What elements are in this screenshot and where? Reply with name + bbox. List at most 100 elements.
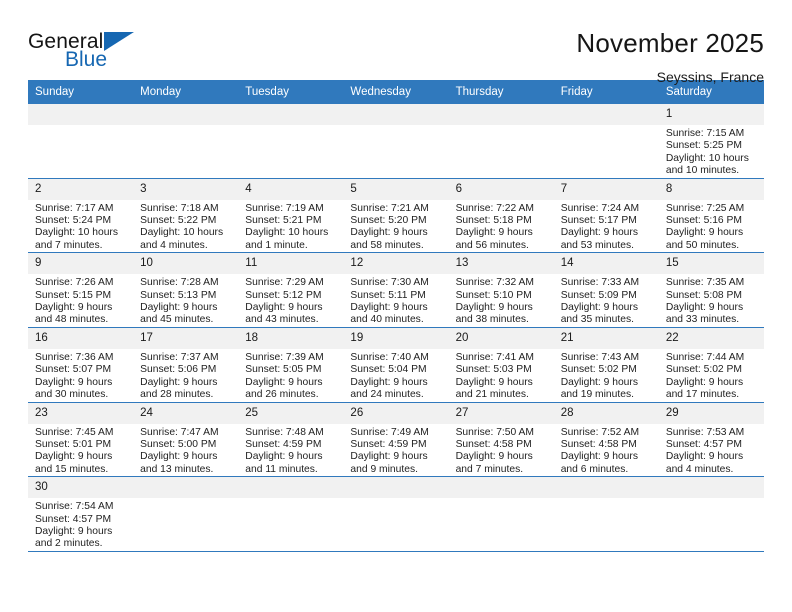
calendar-day-cell[interactable]: 15 Sunrise: 7:35 AM Sunset: 5:08 PM Dayligh… (658, 252, 764, 328)
calendar-table: Sunday Monday Tuesday Wednesday Thursday… (28, 80, 764, 552)
sunrise-text: Sunrise: 7:30 AM (350, 277, 429, 289)
sun-info: Sunrise: 7:50 AM Sunset: 4:58 PM Daylight:… (449, 424, 554, 477)
calendar-day-cell[interactable]: 25 Sunrise: 7:48 AM Sunset: 4:59 PM Dayligh… (238, 402, 344, 478)
logo-text-blue: Blue (65, 48, 108, 71)
calendar-day-cell[interactable]: 5 Sunrise: 7:21 AM Sunset: 5:20 PM Daylight… (343, 178, 449, 254)
page-header: General Blue November 2025 Seyssins, Fra… (28, 0, 764, 85)
calendar-day-cell[interactable]: 6 Sunrise: 7:22 AM Sunset: 5:18 PM Daylight… (448, 178, 554, 254)
sun-info: Sunrise: 7:44 AM Sunset: 5:02 PM Daylight:… (659, 349, 764, 402)
calendar-day-cell[interactable]: 23 Sunrise: 7:45 AM Sunset: 5:01 PM Dayligh… (28, 402, 134, 478)
calendar-day-cell[interactable]: 17 Sunrise: 7:37 AM Sunset: 5:06 PM Dayligh… (133, 327, 239, 403)
calendar-cell-empty (448, 476, 554, 552)
sun-info: Sunrise: 7:39 AM Sunset: 5:05 PM Daylight:… (238, 349, 343, 402)
day-number: 24 (133, 402, 239, 424)
sunrise-text: Sunrise: 7:40 AM (350, 351, 429, 363)
day-number: 20 (448, 327, 554, 349)
sunset-text: Sunset: 4:58 PM (455, 438, 532, 450)
daylight-text-line1: Daylight: 9 hours (140, 302, 218, 314)
calendar-day-cell[interactable]: 28 Sunrise: 7:52 AM Sunset: 4:58 PM Dayligh… (553, 402, 659, 478)
day-number-placeholder (658, 477, 764, 499)
daylight-text-line2: and 28 minutes. (140, 389, 214, 401)
day-number: 19 (343, 327, 449, 349)
daylight-text-line1: Daylight: 9 hours (350, 376, 428, 388)
calendar-cell-empty (28, 104, 134, 179)
day-number: 1 (658, 104, 764, 125)
sun-info: Sunrise: 7:49 AM Sunset: 4:59 PM Daylight:… (343, 424, 448, 477)
calendar-week-row: 1 Sunrise: 7:15 AM Sunset: 5:25 PM Daylight… (28, 104, 764, 179)
calendar-day-cell[interactable]: 30 Sunrise: 7:54 AM Sunset: 4:57 PM Dayligh… (28, 476, 134, 552)
sunset-text: Sunset: 5:03 PM (455, 364, 532, 376)
daylight-text-line2: and 30 minutes. (35, 389, 109, 401)
calendar-day-cell[interactable]: 2 Sunrise: 7:17 AM Sunset: 5:24 PM Daylight… (28, 178, 134, 254)
daylight-text-line2: and 48 minutes. (35, 314, 109, 326)
daylight-text-line2: and 15 minutes. (35, 463, 109, 475)
calendar-week-row: 30 Sunrise: 7:54 AM Sunset: 4:57 PM Dayligh… (28, 476, 764, 552)
daylight-text-line1: Daylight: 9 hours (665, 451, 744, 463)
calendar-day-cell[interactable]: 4 Sunrise: 7:19 AM Sunset: 5:21 PM Daylight… (238, 178, 344, 254)
sunset-text: Sunset: 5:18 PM (455, 215, 532, 227)
daylight-text-line1: Daylight: 9 hours (455, 227, 533, 239)
calendar-cell-empty (133, 476, 239, 552)
sunrise-text: Sunrise: 7:19 AM (245, 202, 324, 214)
sunrise-text: Sunrise: 7:50 AM (455, 426, 534, 438)
calendar-day-cell[interactable]: 29 Sunrise: 7:53 AM Sunset: 4:57 PM Dayligh… (658, 402, 764, 478)
day-number-placeholder (133, 104, 239, 125)
sunrise-text: Sunrise: 7:52 AM (560, 426, 640, 438)
calendar-day-cell[interactable]: 16 Sunrise: 7:36 AM Sunset: 5:07 PM Dayligh… (28, 327, 134, 403)
daylight-text-line1: Daylight: 10 hours (245, 227, 329, 239)
sunrise-text: Sunrise: 7:45 AM (35, 426, 114, 438)
calendar-week-row: 16 Sunrise: 7:36 AM Sunset: 5:07 PM Dayligh… (28, 327, 764, 403)
sunset-text: Sunset: 5:05 PM (245, 364, 322, 376)
day-number-placeholder (448, 104, 554, 125)
sunset-text: Sunset: 4:59 PM (350, 438, 427, 450)
daylight-text-line1: Daylight: 9 hours (350, 302, 428, 314)
daylight-text-line1: Daylight: 9 hours (35, 525, 113, 537)
calendar-day-cell[interactable]: 20 Sunrise: 7:41 AM Sunset: 5:03 PM Dayligh… (448, 327, 554, 403)
calendar-day-cell[interactable]: 12 Sunrise: 7:30 AM Sunset: 5:11 PM Dayligh… (343, 252, 449, 328)
sunset-text: Sunset: 5:02 PM (560, 364, 637, 376)
sun-info: Sunrise: 7:48 AM Sunset: 4:59 PM Daylight:… (238, 424, 343, 477)
day-number: 28 (553, 402, 659, 424)
calendar-day-cell[interactable]: 13 Sunrise: 7:32 AM Sunset: 5:10 PM Dayligh… (448, 252, 554, 328)
calendar-day-cell[interactable]: 21 Sunrise: 7:43 AM Sunset: 5:02 PM Dayligh… (553, 327, 659, 403)
calendar-day-cell[interactable]: 27 Sunrise: 7:50 AM Sunset: 4:58 PM Dayligh… (448, 402, 554, 478)
calendar-day-cell[interactable]: 7 Sunrise: 7:24 AM Sunset: 5:17 PM Daylight… (553, 178, 659, 254)
day-number-placeholder (553, 477, 659, 499)
calendar-day-cell[interactable]: 8 Sunrise: 7:25 AM Sunset: 5:16 PM Daylight… (658, 178, 764, 254)
calendar-day-cell[interactable]: 1 Sunrise: 7:15 AM Sunset: 5:25 PM Daylight… (658, 104, 764, 179)
calendar-day-cell[interactable]: 22 Sunrise: 7:44 AM Sunset: 5:02 PM Dayligh… (658, 327, 764, 403)
calendar-day-cell[interactable]: 14 Sunrise: 7:33 AM Sunset: 5:09 PM Dayligh… (553, 252, 659, 328)
sun-info: Sunrise: 7:45 AM Sunset: 5:01 PM Daylight:… (28, 424, 133, 477)
sun-info: Sunrise: 7:26 AM Sunset: 5:15 PM Daylight:… (28, 274, 133, 327)
day-number: 25 (238, 402, 344, 424)
daylight-text-line1: Daylight: 10 hours (140, 227, 224, 239)
daylight-text-line2: and 4 minutes. (140, 239, 208, 251)
daylight-text-line2: and 24 minutes. (350, 389, 424, 401)
calendar-day-cell[interactable]: 19 Sunrise: 7:40 AM Sunset: 5:04 PM Dayligh… (343, 327, 449, 403)
day-number-placeholder (133, 477, 239, 499)
calendar-day-cell[interactable]: 18 Sunrise: 7:39 AM Sunset: 5:05 PM Dayligh… (238, 327, 344, 403)
sun-info: Sunrise: 7:41 AM Sunset: 5:03 PM Daylight:… (449, 349, 554, 402)
general-blue-logo[interactable]: General Blue (28, 26, 178, 78)
calendar-cell-empty (238, 104, 344, 179)
sunrise-text: Sunrise: 7:22 AM (455, 202, 534, 214)
day-number: 15 (658, 253, 764, 275)
logo-bottom-row: Blue (65, 49, 178, 71)
calendar-day-cell[interactable]: 11 Sunrise: 7:29 AM Sunset: 5:12 PM Dayligh… (238, 252, 344, 328)
calendar-day-cell[interactable]: 9 Sunrise: 7:26 AM Sunset: 5:15 PM Daylight… (28, 252, 134, 328)
sun-info: Sunrise: 7:37 AM Sunset: 5:06 PM Daylight:… (133, 349, 238, 402)
calendar-day-cell[interactable]: 3 Sunrise: 7:18 AM Sunset: 5:22 PM Daylight… (133, 178, 239, 254)
page-title: November 2025 (576, 28, 764, 58)
daylight-text-line2: and 4 minutes. (665, 463, 734, 475)
calendar-day-cell[interactable]: 24 Sunrise: 7:47 AM Sunset: 5:00 PM Dayligh… (133, 402, 239, 478)
day-number: 12 (343, 253, 449, 275)
sun-info: Sunrise: 7:15 AM Sunset: 5:25 PM Daylight:… (659, 125, 764, 178)
sunset-text: Sunset: 5:01 PM (35, 438, 112, 450)
sunrise-text: Sunrise: 7:15 AM (665, 128, 745, 139)
calendar-day-cell[interactable]: 10 Sunrise: 7:28 AM Sunset: 5:13 PM Dayligh… (133, 252, 239, 328)
day-number: 26 (343, 402, 449, 424)
sunrise-text: Sunrise: 7:39 AM (245, 351, 324, 363)
sunset-text: Sunset: 5:13 PM (140, 289, 217, 301)
sunset-text: Sunset: 4:59 PM (245, 438, 322, 450)
calendar-day-cell[interactable]: 26 Sunrise: 7:49 AM Sunset: 4:59 PM Dayligh… (343, 402, 449, 478)
